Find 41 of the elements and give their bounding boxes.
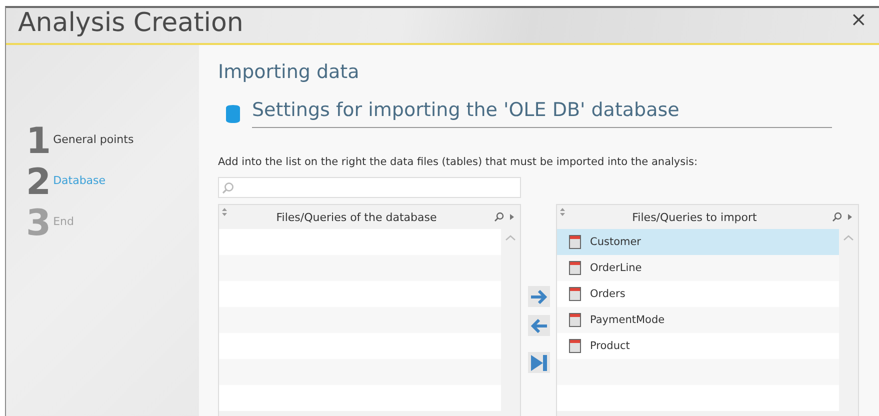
table-icon (569, 261, 581, 275)
instruction-text: Add into the list on the right the data files (tables) that must be imported into the analysis: (218, 156, 699, 168)
search-field[interactable] (218, 177, 521, 198)
remove-button[interactable] (528, 315, 550, 336)
database-icon (226, 104, 240, 122)
table-name: Product (590, 340, 630, 352)
table-name: Orders (590, 288, 626, 300)
table-icon (569, 235, 581, 249)
page-title: Importing data (218, 61, 360, 83)
table-name: OrderLine (590, 262, 642, 274)
table-icon (569, 313, 581, 327)
close-button[interactable]: × (838, 8, 879, 30)
search-icon[interactable] (494, 212, 504, 222)
step-number: 1 (26, 123, 52, 161)
column-header[interactable]: Files/Queries to import (557, 210, 832, 224)
window-title: Analysis Creation (17, 8, 244, 40)
table-row[interactable]: Customer (557, 229, 839, 255)
sort-icon[interactable] (560, 208, 565, 216)
left-arrow-icon (530, 318, 548, 332)
right-arrow-icon (530, 290, 548, 304)
add-all-button[interactable] (528, 352, 550, 373)
table-row[interactable]: OrderLine (557, 255, 839, 281)
step-number: 2 (26, 164, 52, 202)
step-number: 3 (26, 205, 52, 243)
add-button[interactable] (528, 286, 550, 307)
table-row[interactable]: PaymentMode (557, 307, 839, 333)
search-icon[interactable] (832, 212, 842, 222)
table-icon (569, 287, 581, 301)
table-name: PaymentMode (590, 314, 665, 326)
section-title: Settings for importing the 'OLE DB' database (252, 99, 832, 128)
table-icon (569, 339, 581, 353)
sort-icon[interactable] (222, 208, 227, 216)
table-row[interactable]: Product (557, 333, 839, 359)
search-icon (222, 182, 234, 194)
table-name: Customer (590, 236, 642, 248)
table-row[interactable]: Orders (557, 281, 839, 307)
skip-to-end-icon (530, 354, 548, 372)
expand-arrow-icon[interactable] (848, 214, 852, 220)
expand-arrow-icon[interactable] (510, 214, 514, 220)
column-header[interactable]: Files/Queries of the database (219, 210, 494, 224)
step-label[interactable]: General points (53, 133, 134, 146)
